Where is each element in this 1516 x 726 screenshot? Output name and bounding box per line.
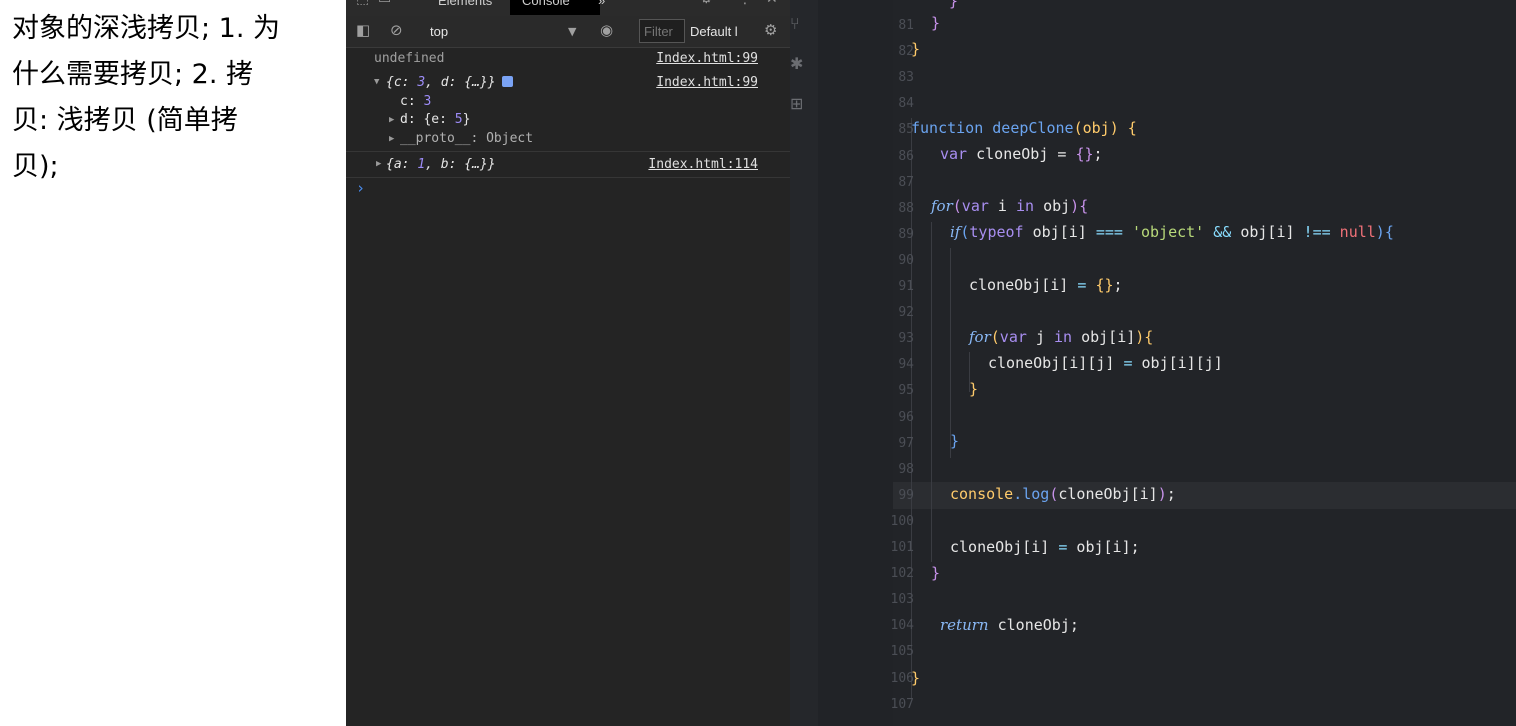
more-tabs-button[interactable]: »	[598, 0, 605, 15]
expand-arrow-icon[interactable]: ▶	[376, 159, 381, 169]
line-number: 107	[890, 697, 914, 712]
expand-arrow-icon[interactable]: ▼	[374, 77, 379, 87]
object-preview[interactable]: {a: 1, b: {…}}	[386, 157, 496, 172]
expand-arrow-icon[interactable]: ▶	[389, 115, 394, 125]
code-line[interactable]: }	[931, 564, 940, 582]
line-number: 88	[898, 201, 914, 216]
indent-guide	[931, 222, 932, 562]
console-value: undefined	[374, 51, 445, 66]
console-message: undefined Index.html:99	[346, 51, 790, 71]
line-number: 98	[898, 462, 914, 477]
clear-console-icon[interactable]: ⊘	[390, 21, 403, 39]
close-icon[interactable]: ✕	[766, 0, 778, 7]
line-number: 105	[890, 644, 914, 659]
source-link[interactable]: Index.html:99	[656, 75, 758, 90]
line-number: 86	[898, 149, 914, 164]
line-number: 101	[890, 540, 914, 555]
code-line[interactable]: if(typeof obj[i] === 'object' && obj[i] …	[950, 223, 1394, 241]
line-number: 89	[898, 227, 914, 242]
console-toolbar: ◧ ⊘ top ▼ ◉ Default l ⚙	[346, 16, 790, 48]
line-number: 85	[898, 122, 914, 137]
indent-guide	[950, 248, 951, 458]
code-line[interactable]: }	[969, 380, 978, 398]
extensions-icon[interactable]: ⊞	[790, 94, 803, 113]
code-line[interactable]: }	[949, 0, 958, 10]
expand-arrow-icon[interactable]: ▶	[389, 134, 394, 144]
line-number: 100	[890, 514, 914, 529]
line-number: 84	[898, 96, 914, 111]
console-prompt[interactable]: ›	[356, 179, 365, 197]
code-editor: ⑂ ✱ ⊞ 81 82 83 84 85 86 87 88 89 90 91 92 93 94 95 96 97…	[790, 0, 1516, 726]
proto-property[interactable]: __proto__: Object	[400, 131, 533, 146]
line-number: 94	[898, 357, 914, 372]
code-line[interactable]: }	[911, 40, 920, 58]
code-line[interactable]: cloneObj[i][j] = obj[i][j]	[988, 354, 1223, 372]
code-line[interactable]: cloneObj[i] = obj[i];	[950, 538, 1140, 556]
code-line[interactable]: for(var j in obj[i]){	[969, 328, 1153, 346]
code-line[interactable]: }	[950, 432, 959, 450]
log-levels-dropdown[interactable]: Default l	[690, 24, 746, 39]
debug-icon[interactable]: ✱	[790, 54, 803, 73]
context-selector[interactable]: top	[430, 24, 448, 39]
line-number: 104	[890, 618, 914, 633]
kebab-menu-icon[interactable]: ⋮	[738, 0, 752, 7]
code-line[interactable]: return cloneObj;	[940, 616, 1079, 634]
line-number: 87	[898, 175, 914, 190]
code-line[interactable]: function deepClone(obj) {	[911, 119, 1137, 137]
settings-icon[interactable]: ⚙	[700, 0, 713, 7]
line-number: 96	[898, 410, 914, 425]
live-expression-eye-icon[interactable]: ◉	[600, 21, 613, 39]
chevron-down-icon[interactable]: ▼	[568, 25, 576, 38]
info-badge-icon	[501, 76, 513, 87]
console-settings-icon[interactable]: ⚙	[764, 21, 777, 39]
line-number: 106	[890, 671, 914, 686]
source-control-icon[interactable]: ⑂	[790, 14, 800, 33]
code-line[interactable]: }	[931, 14, 940, 32]
device-toolbar-icon[interactable]: ▭	[378, 0, 391, 7]
line-number: 95	[898, 383, 914, 398]
tab-console[interactable]: Console	[510, 0, 600, 15]
object-preview[interactable]: {c: 3, d: {…}}	[386, 75, 513, 90]
divider	[346, 177, 790, 178]
tab-elements[interactable]: Elements	[438, 0, 492, 15]
line-number: 102	[890, 566, 914, 581]
object-property[interactable]: d: {e: 5}	[400, 112, 470, 127]
line-number: 91	[898, 279, 914, 294]
devtools-tabbar: ⬚ ▭ Elements Console » ⚙ ⋮ ✕	[346, 0, 790, 16]
inspect-icon[interactable]: ⬚	[356, 0, 369, 7]
note-text: 对象的深浅拷贝; 1. 为 什么需要拷贝; 2. 拷 贝: 浅拷贝 (简单拷 贝…	[12, 13, 281, 182]
source-link[interactable]: Index.html:99	[656, 51, 758, 66]
filter-input[interactable]	[639, 19, 685, 43]
line-number: 103	[890, 592, 914, 607]
line-number: 93	[898, 331, 914, 346]
line-number: 92	[898, 305, 914, 320]
code-line[interactable]: }	[911, 669, 920, 687]
line-number: 90	[898, 253, 914, 268]
code-line[interactable]: var cloneObj = {};	[940, 145, 1103, 163]
devtools-panel: ⬚ ▭ Elements Console » ⚙ ⋮ ✕ ◧ ⊘ top ▼ ◉…	[346, 0, 790, 726]
divider	[346, 151, 790, 152]
object-property: c: 3	[400, 94, 432, 109]
note-panel: 对象的深浅拷贝; 1. 为 什么需要拷贝; 2. 拷 贝: 浅拷贝 (简单拷 贝…	[0, 0, 346, 726]
line-number: 82	[898, 44, 914, 59]
line-number: 83	[898, 70, 914, 85]
code-line[interactable]: cloneObj[i] = {};	[969, 276, 1123, 294]
source-link[interactable]: Index.html:114	[648, 157, 758, 172]
console-message: ▶ {a: 1, b: {…}} Index.html:114	[346, 156, 790, 176]
line-number: 99	[898, 488, 914, 503]
code-line[interactable]: for(var i in obj){	[931, 197, 1088, 215]
code-line[interactable]: console.log(cloneObj[i]);	[950, 485, 1176, 503]
line-number: 97	[898, 436, 914, 451]
line-number: 81	[898, 18, 914, 33]
activity-bar: ⑂ ✱ ⊞	[790, 0, 818, 726]
console-sidebar-icon[interactable]: ◧	[356, 21, 370, 39]
console-message: ▼ {c: 3, d: {…}} Index.html:99 c: 3 ▶ d:…	[346, 74, 790, 148]
